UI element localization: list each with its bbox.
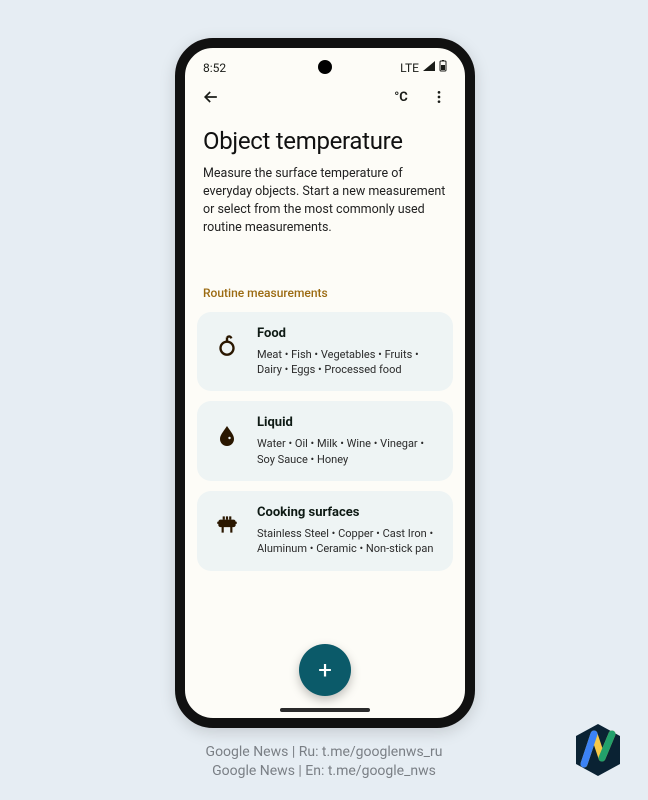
caption-line: Google News | En: t.me/google_nws (0, 762, 648, 782)
card-title: Food (257, 326, 441, 341)
card-subtitle: Meat • Fish • Vegetables • Fruits • Dair… (257, 347, 441, 378)
front-camera-dot (318, 60, 332, 74)
caption-line: Google News | Ru: t.me/googlenws_ru (0, 743, 648, 763)
card-list: Food Meat • Fish • Vegetables • Fruits •… (185, 312, 465, 571)
grill-icon (209, 507, 245, 543)
overflow-menu-button[interactable] (427, 85, 451, 109)
unit-toggle-button[interactable]: °C (389, 85, 413, 109)
card-subtitle: Water • Oil • Milk • Wine • Vinegar • So… (257, 436, 441, 467)
back-button[interactable] (199, 85, 223, 109)
card-food[interactable]: Food Meat • Fish • Vegetables • Fruits •… (197, 312, 453, 392)
watermark-logo (570, 722, 626, 778)
card-title: Cooking surfaces (257, 505, 441, 520)
card-cooking-surfaces[interactable]: Cooking surfaces Stainless Steel • Coppe… (197, 491, 453, 571)
gesture-bar (280, 708, 370, 712)
network-label: LTE (400, 61, 419, 75)
section-label-routine: Routine measurements (185, 238, 465, 312)
card-title: Liquid (257, 415, 441, 430)
source-caption: Google News | Ru: t.me/googlenws_ru Goog… (0, 743, 648, 782)
add-measurement-fab[interactable]: + (299, 644, 351, 696)
page-title: Object temperature (185, 113, 465, 165)
card-liquid[interactable]: Liquid Water • Oil • Milk • Wine • Vineg… (197, 401, 453, 481)
page-description: Measure the surface temperature of every… (185, 165, 465, 238)
plus-icon: + (318, 656, 332, 684)
liquid-icon (209, 417, 245, 453)
food-icon (209, 328, 245, 364)
battery-icon (439, 60, 447, 75)
card-subtitle: Stainless Steel • Copper • Cast Iron • A… (257, 526, 441, 557)
signal-icon (423, 61, 435, 74)
clock: 8:52 (203, 61, 226, 75)
phone-frame: 8:52 LTE °C Object temperature Measure t… (175, 38, 475, 728)
app-bar: °C (185, 79, 465, 113)
